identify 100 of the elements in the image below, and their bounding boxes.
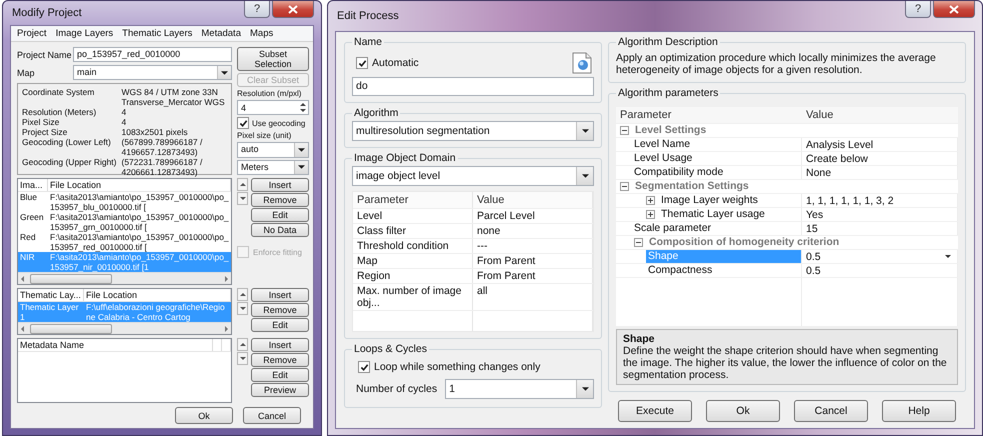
table-cell: From Parent — [473, 254, 593, 268]
parameter-name[interactable]: Compactness — [646, 264, 801, 277]
move-down-button[interactable] — [237, 352, 248, 365]
field-label: Map — [17, 68, 36, 78]
remove-button[interactable]: Remove — [251, 303, 309, 317]
algorithm-dropdown[interactable]: multiresolution segmentation — [352, 121, 594, 141]
insert-button[interactable]: Insert — [251, 288, 309, 302]
caret-icon[interactable] — [945, 255, 951, 258]
column-header[interactable]: Thematic Lay... — [18, 289, 84, 301]
subset-button[interactable]: Subset Selection — [237, 47, 309, 71]
table-cell: Level — [353, 209, 473, 223]
checkbox[interactable] — [237, 117, 249, 129]
expand-icon[interactable] — [646, 210, 655, 219]
close-icon — [949, 4, 959, 14]
unit-dropdown[interactable]: Meters — [237, 160, 309, 175]
column-header[interactable]: File Location — [48, 179, 231, 191]
column-header[interactable]: Ima... — [18, 179, 48, 191]
section-title[interactable]: Segmentation Settings — [633, 180, 958, 193]
text-field[interactable]: po_153957_red_0010000 — [73, 47, 232, 62]
document-icon — [572, 52, 592, 74]
menu-item[interactable]: Maps — [250, 28, 274, 39]
insert-button[interactable]: Insert — [251, 178, 309, 192]
down-arrow-icon — [240, 197, 246, 200]
move-up-button[interactable] — [237, 288, 248, 301]
checkbox-label: Use geocoding — [252, 118, 306, 128]
checkbox[interactable] — [356, 57, 368, 69]
table-cell-text: Red — [19, 232, 37, 244]
help-button[interactable]: ? — [244, 1, 270, 18]
execute-button[interactable]: Execute — [618, 400, 692, 422]
group-title: Algorithm parameters — [617, 87, 720, 99]
remove-button[interactable]: Remove — [251, 353, 309, 367]
parameter-value: Create below — [806, 152, 868, 164]
table-cell: Map — [353, 254, 473, 268]
section-title[interactable]: Level Settings — [633, 124, 958, 137]
unit-dropdown[interactable]: auto — [237, 142, 309, 158]
field-label: Number of cycles — [356, 383, 438, 395]
caret-icon — [298, 148, 305, 152]
help-title: Shape — [623, 333, 656, 345]
remove-button[interactable]: Remove — [251, 193, 309, 207]
no-data-button[interactable]: No Data — [251, 223, 309, 237]
section-title[interactable]: Composition of homogeneity criterion — [647, 236, 958, 249]
edit-button[interactable]: Edit — [251, 208, 309, 222]
menu-item[interactable]: Image Layers — [56, 28, 114, 39]
text-field[interactable]: do — [352, 77, 594, 96]
move-up-button[interactable] — [237, 178, 248, 191]
domain-dropdown[interactable]: image object level — [352, 166, 594, 186]
table-row[interactable]: Green F:\asita2013\amianto\po_153957_0010000\po_153957_grn_0010000.tif [ — [18, 212, 231, 232]
info-key: Geocoding (Upper Right) — [22, 157, 116, 177]
table-cell-text: F:\asita2013\amianto\po_153957_0010000\po_153957_nir_0010000.tif [1 — [49, 252, 230, 272]
horizontal-scrollbar[interactable] — [18, 272, 231, 284]
column-header[interactable]: Metadata Name — [18, 339, 213, 351]
collapse-icon[interactable] — [634, 238, 643, 247]
parameter-name[interactable]: Level Name — [632, 138, 801, 151]
map-dropdown[interactable]: main — [73, 65, 232, 80]
parameter-name[interactable]: Image Layer weights — [659, 194, 801, 207]
horizontal-scrollbar[interactable] — [18, 322, 231, 334]
field-label: Resolution (m/pxl) — [237, 89, 302, 98]
cycles-dropdown[interactable]: 1 — [445, 379, 594, 399]
parameter-name[interactable]: Scale parameter — [632, 222, 801, 235]
table-row[interactable]: Blue F:\asita2013\amianto\po_153957_0010000\po_153957_blu_0010000.tif [ — [18, 192, 231, 212]
column-header: Parameter — [619, 108, 672, 123]
checkbox-label: Loop while something changes only — [374, 361, 540, 373]
menu-item[interactable]: Project — [17, 28, 47, 39]
column-header[interactable]: File Location — [84, 289, 231, 301]
expand-icon[interactable] — [646, 196, 655, 205]
column-header: Parameter — [353, 192, 473, 208]
insert-button[interactable]: Insert — [251, 338, 309, 352]
parameter-value[interactable]: 0.5 — [806, 250, 821, 262]
collapse-icon[interactable] — [620, 126, 629, 135]
parameter-name[interactable]: Level Usage — [632, 152, 801, 165]
down-arrow-icon — [240, 357, 246, 360]
close-button[interactable] — [272, 1, 314, 18]
move-down-button[interactable] — [237, 192, 248, 205]
close-button[interactable] — [933, 1, 975, 18]
table-cell: Region — [353, 269, 473, 283]
number-field[interactable]: 4 — [237, 100, 309, 115]
edit-button[interactable]: Edit — [251, 368, 309, 382]
parameter-value: 15 — [806, 222, 818, 234]
table-row[interactable]: Red F:\asita2013\amianto\po_153957_0010000\po_153957_red_0010000.tif [ — [18, 232, 231, 252]
parameter-value: Analysis Level — [806, 138, 874, 150]
spin-arrows-icon — [299, 102, 307, 113]
preview-button[interactable]: Preview — [251, 383, 309, 397]
checkbox[interactable] — [358, 361, 370, 373]
help-button[interactable]: ? — [905, 1, 931, 18]
collapse-icon[interactable] — [620, 182, 629, 191]
ok-button[interactable]: Ok — [175, 407, 233, 424]
menu-item[interactable]: Thematic Layers — [122, 28, 192, 39]
group-title: Loops & Cycles — [353, 343, 428, 355]
help-button[interactable]: Help — [882, 400, 956, 422]
parameter-name[interactable]: Compatibility mode — [632, 166, 801, 179]
parameter-name[interactable]: Thematic Layer usage — [659, 208, 801, 221]
move-up-button[interactable] — [237, 338, 248, 351]
table-cell: Parcel Level — [473, 209, 593, 223]
ok-button[interactable]: Ok — [706, 400, 780, 422]
move-down-button[interactable] — [237, 302, 248, 315]
caret-icon — [221, 70, 228, 74]
cancel-button[interactable]: Cancel — [243, 407, 301, 424]
cancel-button[interactable]: Cancel — [794, 400, 868, 422]
menu-item[interactable]: Metadata — [201, 28, 241, 39]
edit-button[interactable]: Edit — [251, 318, 309, 332]
